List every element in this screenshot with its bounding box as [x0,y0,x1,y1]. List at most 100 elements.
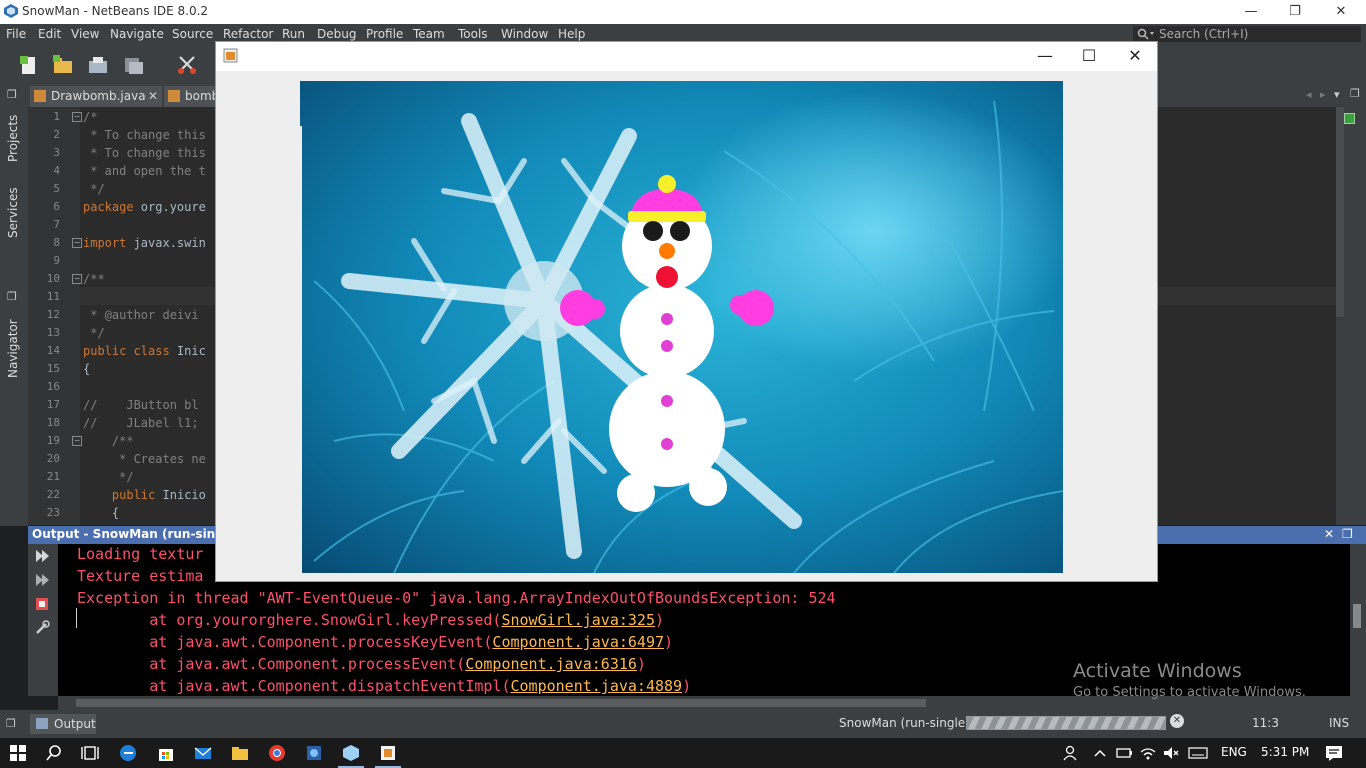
output-line: at java.awt.Component.processEvent(Compo… [77,655,646,673]
navigator-panel-tab[interactable]: Navigator [6,319,20,378]
netbeans-taskbar-icon[interactable] [341,743,361,763]
snowman-button [661,313,673,325]
output-line: at java.awt.Component.dispatchEventImpl(… [77,677,691,695]
file-explorer-icon[interactable] [230,743,250,763]
menu-view[interactable]: View [71,27,99,41]
new-project-icon[interactable] [52,54,74,76]
output-restore-icon[interactable]: ❐ [1342,527,1353,541]
snowman-scene-canvas[interactable] [294,81,1063,573]
search-icon [1137,28,1154,40]
menu-debug[interactable]: Debug [317,27,356,41]
snowman-middle-ball [620,284,714,378]
stacktrace-link[interactable]: SnowGirl.java:325 [501,611,655,629]
keyboard-icon[interactable] [1188,743,1208,763]
output-close-icon[interactable]: ✕ [1324,527,1334,541]
menu-file[interactable]: File [6,27,26,41]
save-all-icon[interactable] [123,54,145,76]
code-line: */ [83,326,105,340]
java-app-taskbar-icon[interactable] [378,743,398,763]
line-number: 15 [46,362,60,375]
rerun-icon[interactable] [34,548,50,564]
snowman-app-window[interactable]: — ☐ ✕ [215,41,1158,582]
restore-window-group-icon[interactable]: ❐ [7,88,17,101]
output-text: ) [682,677,692,695]
line-number: 11 [46,290,60,303]
code-line: // JLabel l1; [83,416,199,430]
new-file-icon[interactable] [18,54,40,76]
stacktrace-link[interactable]: Component.java:6497 [492,633,664,651]
background-light-glow [674,91,1063,371]
people-icon[interactable] [1061,743,1081,763]
editor-restore-icon[interactable]: ❐ [1350,87,1360,100]
code-line: { [83,362,91,376]
app-minimize-button[interactable]: — [1025,46,1065,66]
search-input[interactable]: Search (Ctrl+I) [1133,26,1361,42]
menu-refactor[interactable]: Refactor [223,27,273,41]
tab-list-dropdown-icon[interactable]: ▾ [1334,88,1340,101]
tab-drawbomb[interactable]: Drawbomb.java ✕ [30,86,162,107]
scrollbar-thumb[interactable] [76,699,926,707]
rerun-with-params-icon[interactable] [34,572,50,588]
restore-output-group-icon[interactable]: ❐ [6,717,16,730]
services-panel-tab[interactable]: Services [6,187,20,238]
fold-toggle-icon[interactable]: − [72,238,82,248]
editor-vertical-scrollbar[interactable] [1336,107,1344,317]
menu-help[interactable]: Help [558,27,585,41]
menu-team[interactable]: Team [413,27,445,41]
close-button[interactable]: ✕ [1318,2,1364,22]
task-view-icon[interactable] [80,743,100,763]
canvas-left-margin [294,126,302,573]
app-icon[interactable] [304,743,324,763]
menu-window[interactable]: Window [501,27,548,41]
code-line: /** [83,434,134,448]
app-maximize-button[interactable]: ☐ [1069,46,1109,66]
language-indicator[interactable]: ENG [1221,745,1247,759]
fold-toggle-icon[interactable]: − [72,112,82,122]
fold-toggle-icon[interactable]: − [72,436,82,446]
menu-tools[interactable]: Tools [458,27,488,41]
code-line: * Creates ne [83,452,206,466]
menu-edit[interactable]: Edit [38,27,61,41]
menu-profile[interactable]: Profile [366,27,403,41]
projects-panel-tab[interactable]: Projects [6,115,20,162]
volume-muted-icon[interactable] [1161,743,1181,763]
edge-browser-icon[interactable] [118,743,138,763]
settings-wrench-icon[interactable] [34,620,50,636]
tab-close-icon[interactable]: ✕ [148,86,158,107]
activate-windows-subtitle: Go to Settings to activate Windows. [1073,685,1306,700]
code-line: { [83,506,120,520]
wifi-icon[interactable] [1138,743,1158,763]
minimize-button[interactable]: — [1228,2,1274,22]
cut-icon[interactable] [176,54,198,76]
menu-source[interactable]: Source [172,27,213,41]
chevron-up-icon[interactable] [1090,743,1110,763]
menu-navigate[interactable]: Navigate [110,27,164,41]
line-number: 12 [46,308,60,321]
battery-icon[interactable] [1114,743,1134,763]
clock[interactable]: 5:31 PM [1261,745,1309,759]
fold-toggle-icon[interactable]: − [72,274,82,284]
output-vertical-scrollbar[interactable] [1350,544,1366,696]
action-center-icon[interactable] [1324,743,1344,763]
search-taskbar-icon[interactable] [44,743,64,763]
cancel-task-icon[interactable]: ✕ [1170,714,1184,728]
tab-scroll-right-icon[interactable]: ▸ [1320,88,1326,101]
stacktrace-link[interactable]: Component.java:6316 [465,655,637,673]
stacktrace-link[interactable]: Component.java:4889 [510,677,682,695]
mail-icon[interactable] [193,743,213,763]
java-file-icon [34,90,46,102]
open-project-icon[interactable] [87,54,109,76]
output-minimized-tab[interactable]: Output [30,714,96,734]
restore-window-group-icon-2[interactable]: ❐ [7,290,17,303]
windows-start-icon[interactable] [8,743,28,763]
app-close-button[interactable]: ✕ [1115,46,1155,66]
store-icon[interactable] [156,743,176,763]
scrollbar-thumb[interactable] [1353,604,1361,628]
chrome-icon[interactable] [267,743,287,763]
output-text: Texture estima [77,567,204,585]
stop-icon[interactable] [34,596,50,612]
tab-scroll-left-icon[interactable]: ◂ [1306,88,1312,101]
search-placeholder: Search (Ctrl+I) [1159,27,1249,41]
restore-button[interactable]: ❐ [1272,2,1318,22]
menu-run[interactable]: Run [282,27,305,41]
